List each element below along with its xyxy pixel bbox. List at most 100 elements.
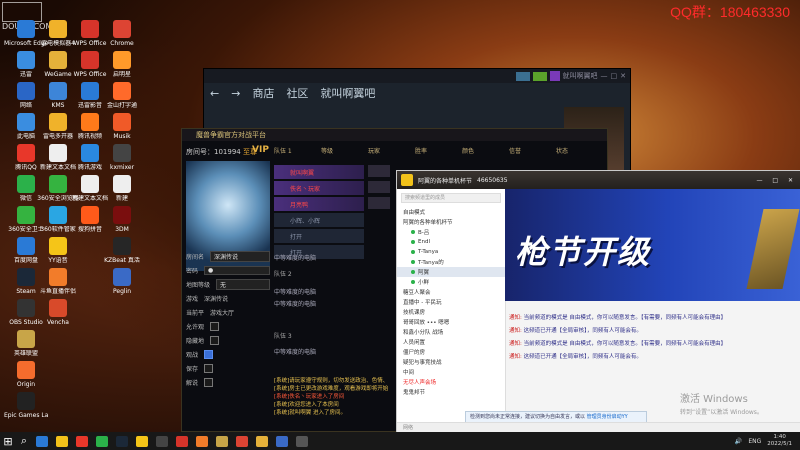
qq-group-overlay: QQ群：180463330 [670,4,790,20]
player-slot[interactable]: 小辉、小辉 [274,213,364,227]
chat-message: 通知: 这频道已开通【全局审核】，同频有人可能会有。 [509,354,642,360]
channel-item[interactable]: 自由模式 [397,207,505,217]
desktop-icon[interactable]: YY语音 [36,237,80,264]
channel-item[interactable]: Endl [397,237,505,247]
nav-profile[interactable]: 就叫啊翼吧 [320,85,375,101]
minimize-icon[interactable]: — [601,72,608,80]
channel-item[interactable]: 阿翼的各种单机杯节 [397,217,505,227]
steam-notify-icon[interactable] [515,71,530,81]
channel-item[interactable]: 鬼鬼邦节 [397,387,505,397]
channel-item[interactable]: 疑犯与事竞技战 [397,357,505,367]
desktop-icon[interactable]: Origin [4,361,48,388]
wechat-icon[interactable] [96,435,108,447]
desktop-icon[interactable]: 英雄联盟 [4,330,48,357]
desktop-icon[interactable]: 新建 [100,175,144,202]
commentary-checkbox[interactable] [204,377,214,387]
channel-item[interactable]: 无尽人声会场 [397,377,505,387]
photos-icon[interactable] [276,435,288,447]
desktop-icon[interactable]: 启明星 [100,51,144,78]
desktop-icon[interactable]: kxmixer [100,144,144,171]
hide-map-checkbox[interactable] [210,335,220,345]
channel-item[interactable]: 哥哥回放 ••• 嗯嗯 [397,317,505,327]
language-indicator[interactable]: ENG [748,438,761,445]
desktop-icon[interactable]: Epic Games Launcher [4,392,48,419]
yy-titlebar[interactable]: 阿翼的各种单机杯节 46650635 — □ ✕ [397,171,800,189]
channel-item[interactable]: T-Tanya的 [397,257,505,267]
desktop-icon[interactable]: 金山打字通 [100,82,144,109]
forward-icon[interactable]: → [231,87,240,100]
room-name-field[interactable]: 深渊传说 [210,250,270,262]
start-icon[interactable]: ⊞ [0,435,16,448]
player-slot[interactable]: 佚名丶玩家 [274,181,364,195]
steam-friends-icon[interactable] [532,71,547,81]
channel-item[interactable]: 和鑫小分队 战场 [397,327,505,337]
window-controls-icon[interactable]: — □ ✕ [756,177,800,184]
desktop-icon[interactable]: KZBeat 真活 [100,237,144,264]
slot-action-button[interactable] [368,165,390,177]
wps-icon[interactable] [176,435,188,447]
col-color: 颜色 [462,148,475,155]
steam-titlebar[interactable]: 就叫啊翼吧 — □ ✕ [204,69,630,83]
ai-slot[interactable]: 中等难度的电脑 [274,253,316,265]
obs-icon[interactable] [156,435,168,447]
slot-action-button[interactable] [368,197,390,209]
observer-checkbox[interactable] [204,349,214,359]
open-slot[interactable]: 打开 [274,229,364,243]
nav-store[interactable]: 商店 [252,85,274,101]
clock-date: 2022/5/1 [767,441,792,447]
channel-item[interactable]: 技机课房 [397,307,505,317]
back-icon[interactable]: ← [210,87,219,100]
desktop-icon[interactable]: Musik [100,113,144,140]
explorer-icon[interactable] [56,435,68,447]
player-slot[interactable]: 月亮鸭 [274,197,364,211]
steam-username[interactable]: 就叫啊翼吧 [563,71,598,81]
channel-item[interactable]: 小鲜 [397,277,505,287]
desktop-icon[interactable]: 3DM [100,206,144,233]
home-icon[interactable] [401,174,413,186]
ai-slot[interactable]: 中等难度的电脑 [274,299,316,311]
member-search-input[interactable]: 搜索频道里的成员 [401,193,501,203]
search-icon[interactable]: ⌕ [16,434,32,448]
maximize-icon[interactable]: □ [611,72,618,80]
clock[interactable]: 1:40 2022/5/1 [767,434,792,448]
save-checkbox[interactable] [204,363,214,373]
ai-slot[interactable]: 中等难度的电脑 [274,287,316,299]
channel-item[interactable]: B-吕 [397,227,505,237]
channel-item[interactable]: 僵尸的房 [397,347,505,357]
ai-slot[interactable]: 中等难度的电脑 [274,347,316,359]
close-icon[interactable]: ✕ [620,72,626,80]
douyu-icon[interactable] [196,435,208,447]
folder-icon[interactable] [256,435,268,447]
edge-icon[interactable] [36,435,48,447]
app-icon [17,268,35,286]
app-icon [49,82,67,100]
channel-item[interactable]: 直播中 - 平民玩 [397,297,505,307]
desktop-icon[interactable]: Chrome [100,20,144,47]
channel-item[interactable]: 阿翼 [397,267,505,277]
avatar[interactable] [549,71,560,81]
online-dot-icon [411,270,415,274]
volume-icon[interactable]: 🔊 [735,438,742,445]
admin-launch-link[interactable]: 管理员身份启动YY [587,414,628,420]
steam-icon[interactable] [116,435,128,447]
map-level-select[interactable]: 无 [216,278,270,290]
nav-community[interactable]: 社区 [286,85,308,101]
channel-item[interactable]: 人员闲置 [397,337,505,347]
app-icon [113,82,131,100]
desktop-icon[interactable]: 斗鱼直播伴侣 [36,268,80,295]
channel-item[interactable]: 糖豆人聚会 [397,287,505,297]
terminal-icon[interactable] [296,435,308,447]
slot-action-button[interactable] [368,181,390,193]
qq-icon[interactable] [76,435,88,447]
player-slot[interactable]: 就叫啊翼 [274,165,364,179]
yy-icon[interactable] [136,435,148,447]
desktop-icon[interactable]: Vencha [36,299,80,326]
chrome-icon[interactable] [236,435,248,447]
desktop-icon[interactable]: Peglin [100,268,144,295]
allow-observe-checkbox[interactable] [210,321,220,331]
team2-ai: 中等难度的电脑 中等难度的电脑 [274,287,316,311]
password-field[interactable]: ● [204,265,270,275]
channel-item[interactable]: T-Tanya [397,247,505,257]
channel-item[interactable]: 中间 [397,367,505,377]
war3-icon[interactable] [216,435,228,447]
